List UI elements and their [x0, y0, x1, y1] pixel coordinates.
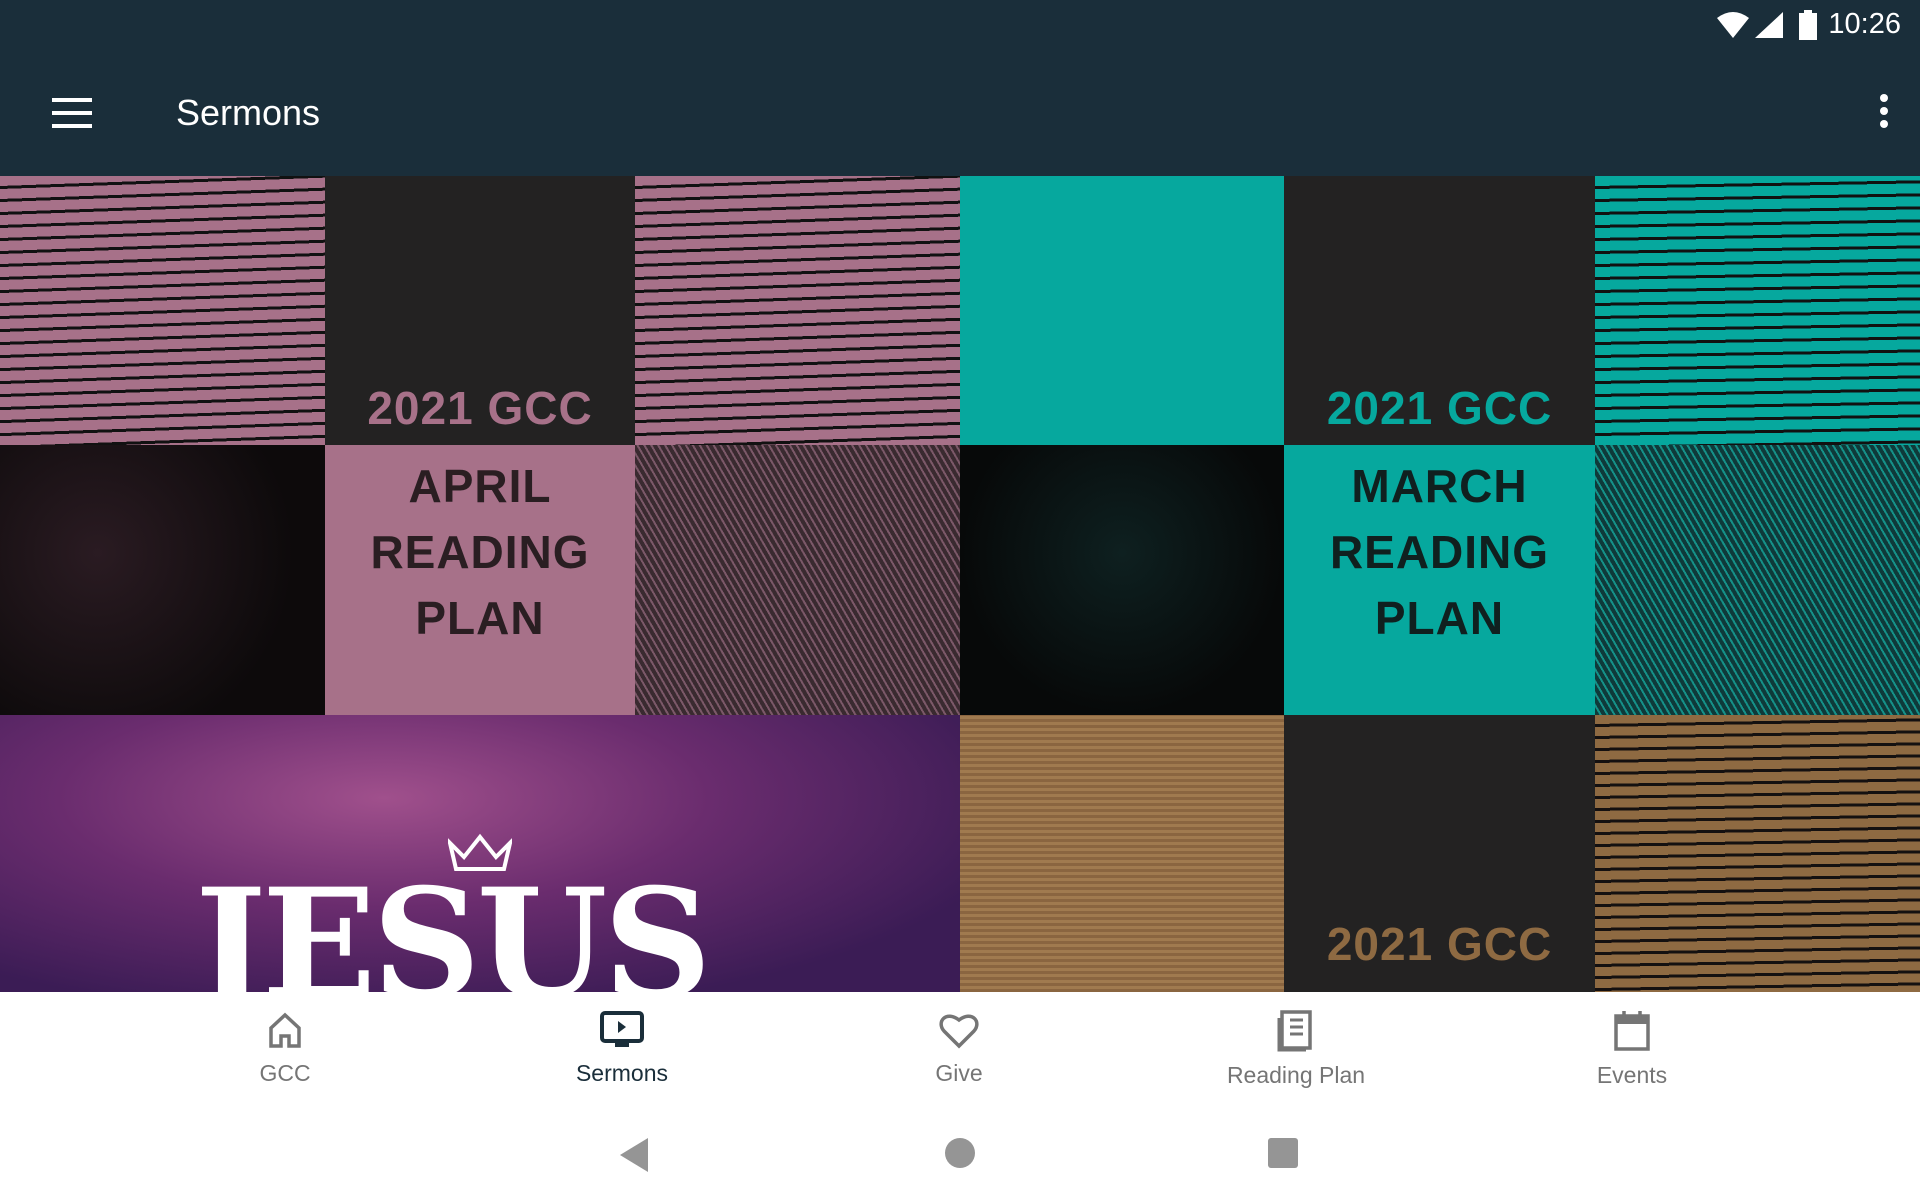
sermon-card-jesus[interactable]: JESUS	[0, 715, 960, 992]
more-vert-icon[interactable]	[1880, 94, 1890, 133]
artwork-tile	[635, 445, 960, 715]
nav-sermons[interactable]: Sermons	[472, 1010, 772, 1087]
artwork-tile	[1595, 715, 1920, 992]
artwork-tile	[635, 176, 960, 445]
clock: 10:26	[1828, 8, 1901, 40]
artwork-tile	[0, 445, 325, 715]
home-circle-icon[interactable]	[945, 1138, 975, 1168]
sermon-grid: 2021 GCC APRIL READING PLAN 2021 GCC MARCH…	[0, 176, 1920, 992]
hamburger-icon[interactable]	[52, 98, 92, 128]
book-icon	[1277, 1010, 1312, 1052]
sermon-year-label: 2021 GCC	[367, 382, 593, 434]
artwork-tile: MARCH READING PLAN	[1284, 445, 1595, 715]
artwork-tile	[960, 176, 1284, 445]
back-icon[interactable]	[620, 1138, 650, 1172]
artwork-tile: APRIL READING PLAN	[325, 445, 635, 715]
artwork-tile	[1595, 176, 1920, 445]
artwork-tile	[0, 176, 325, 445]
bottom-nav: GCC Sermons Give Reading Plan Events	[0, 992, 1920, 1110]
app-bar: Sermons	[0, 56, 1920, 176]
artwork-tile	[960, 715, 1284, 992]
sermon-title: JESUS	[195, 856, 712, 992]
calendar-icon	[1614, 1011, 1650, 1051]
artwork-tile	[1595, 445, 1920, 715]
sermon-title: APRIL READING PLAN	[370, 460, 590, 644]
artwork-tile: 2021 GCC	[1284, 176, 1595, 445]
heart-icon	[939, 1014, 979, 1049]
video-icon	[600, 1011, 644, 1047]
page-title: Sermons	[176, 92, 321, 133]
artwork-tile	[960, 445, 1284, 715]
nav-give[interactable]: Give	[809, 1010, 1109, 1087]
sermon-year-label: 2021 GCC	[1326, 918, 1553, 970]
status-bar: 10:26	[0, 0, 1920, 56]
artwork-tile: 2021 GCC	[1284, 715, 1595, 992]
nav-events[interactable]: Events	[1482, 1010, 1782, 1089]
battery-icon	[1799, 10, 1817, 40]
sermon-title: MARCH READING PLAN	[1329, 460, 1550, 644]
nav-reading-plan[interactable]: Reading Plan	[1146, 1010, 1446, 1089]
signal-icon	[1755, 12, 1783, 38]
sermon-year-label: 2021 GCC	[1326, 382, 1553, 434]
recents-icon[interactable]	[1268, 1138, 1298, 1168]
home-icon	[269, 1012, 301, 1048]
artwork-tile: 2021 GCC	[325, 176, 635, 445]
system-nav-bar	[0, 1110, 1920, 1200]
wifi-icon	[1717, 12, 1749, 38]
nav-gcc[interactable]: GCC	[135, 1010, 435, 1087]
